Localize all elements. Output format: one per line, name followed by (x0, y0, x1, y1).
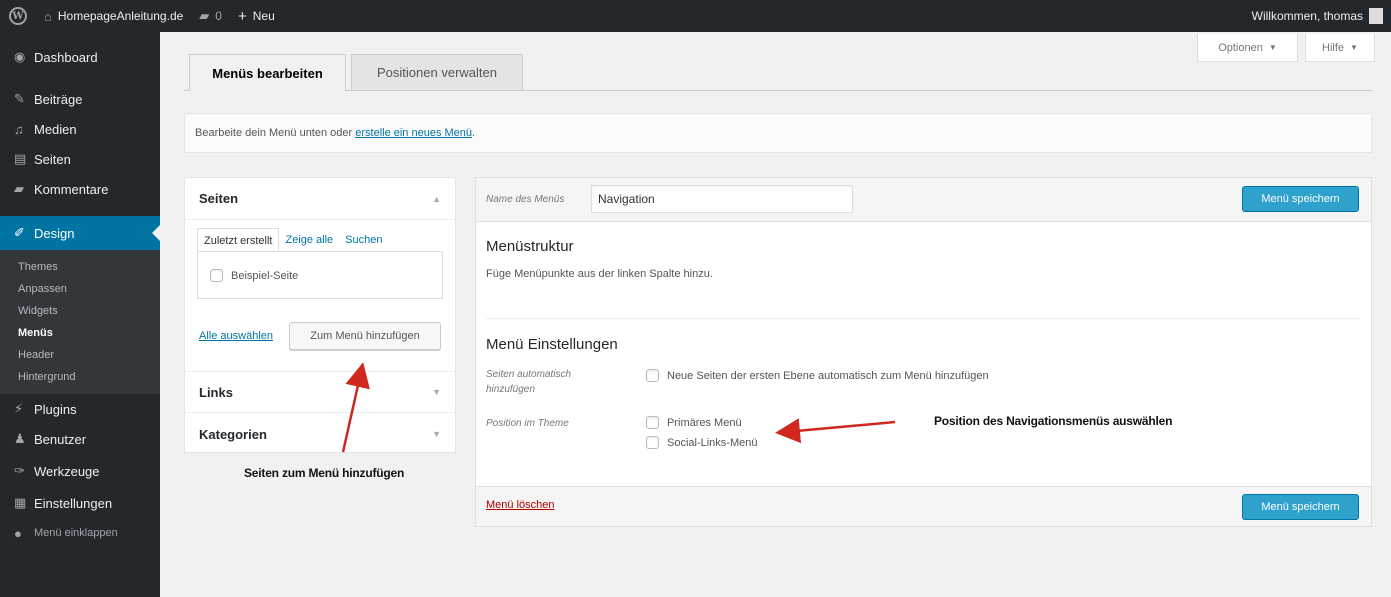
annotation-arrows (341, 362, 896, 453)
annotation-position-text: Position des Navigationsmenüs auswählen (934, 414, 1173, 428)
annotation-arrow-position (775, 418, 896, 444)
annotation-arrow-pages (341, 362, 370, 453)
annotation-pages-text: Seiten zum Menü hinzufügen (244, 466, 405, 480)
